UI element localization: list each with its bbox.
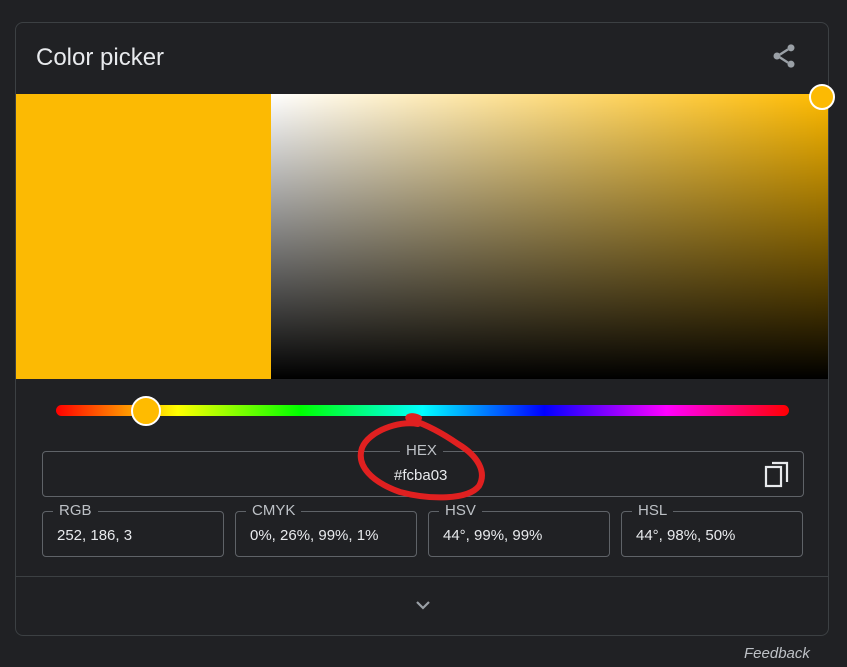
- hsv-field[interactable]: HSV 44°, 99%, 99%: [428, 502, 610, 557]
- cmyk-field[interactable]: CMYK 0%, 26%, 99%, 1%: [235, 502, 417, 557]
- hsv-value[interactable]: 44°, 99%, 99%: [443, 527, 542, 544]
- feedback-link[interactable]: Feedback: [744, 645, 810, 662]
- chevron-down-icon[interactable]: [412, 599, 434, 613]
- saturation-value-area[interactable]: [271, 94, 828, 379]
- hex-value[interactable]: #fcba03: [394, 467, 447, 484]
- rgb-value[interactable]: 252, 186, 3: [57, 527, 132, 544]
- hex-field[interactable]: HEX #fcba03: [42, 442, 804, 497]
- rgb-label: RGB: [53, 502, 98, 520]
- cmyk-label: CMYK: [246, 502, 302, 520]
- hue-slider-handle[interactable]: [130, 396, 161, 426]
- card-divider: [16, 576, 828, 577]
- color-preview-swatch: [16, 94, 271, 379]
- hue-slider-track[interactable]: [56, 405, 789, 416]
- hsl-value[interactable]: 44°, 98%, 50%: [636, 527, 735, 544]
- card-title: Color picker: [36, 44, 165, 71]
- copy-icon[interactable]: [764, 461, 790, 489]
- saturation-value-handle[interactable]: [809, 83, 836, 110]
- hsv-label: HSV: [439, 502, 482, 520]
- share-icon[interactable]: [770, 42, 798, 70]
- cmyk-value[interactable]: 0%, 26%, 99%, 1%: [250, 527, 378, 544]
- rgb-field[interactable]: RGB 252, 186, 3: [42, 502, 224, 557]
- hex-label: HEX: [400, 442, 443, 460]
- hsl-label: HSL: [632, 502, 674, 520]
- hsl-field[interactable]: HSL 44°, 98%, 50%: [621, 502, 803, 557]
